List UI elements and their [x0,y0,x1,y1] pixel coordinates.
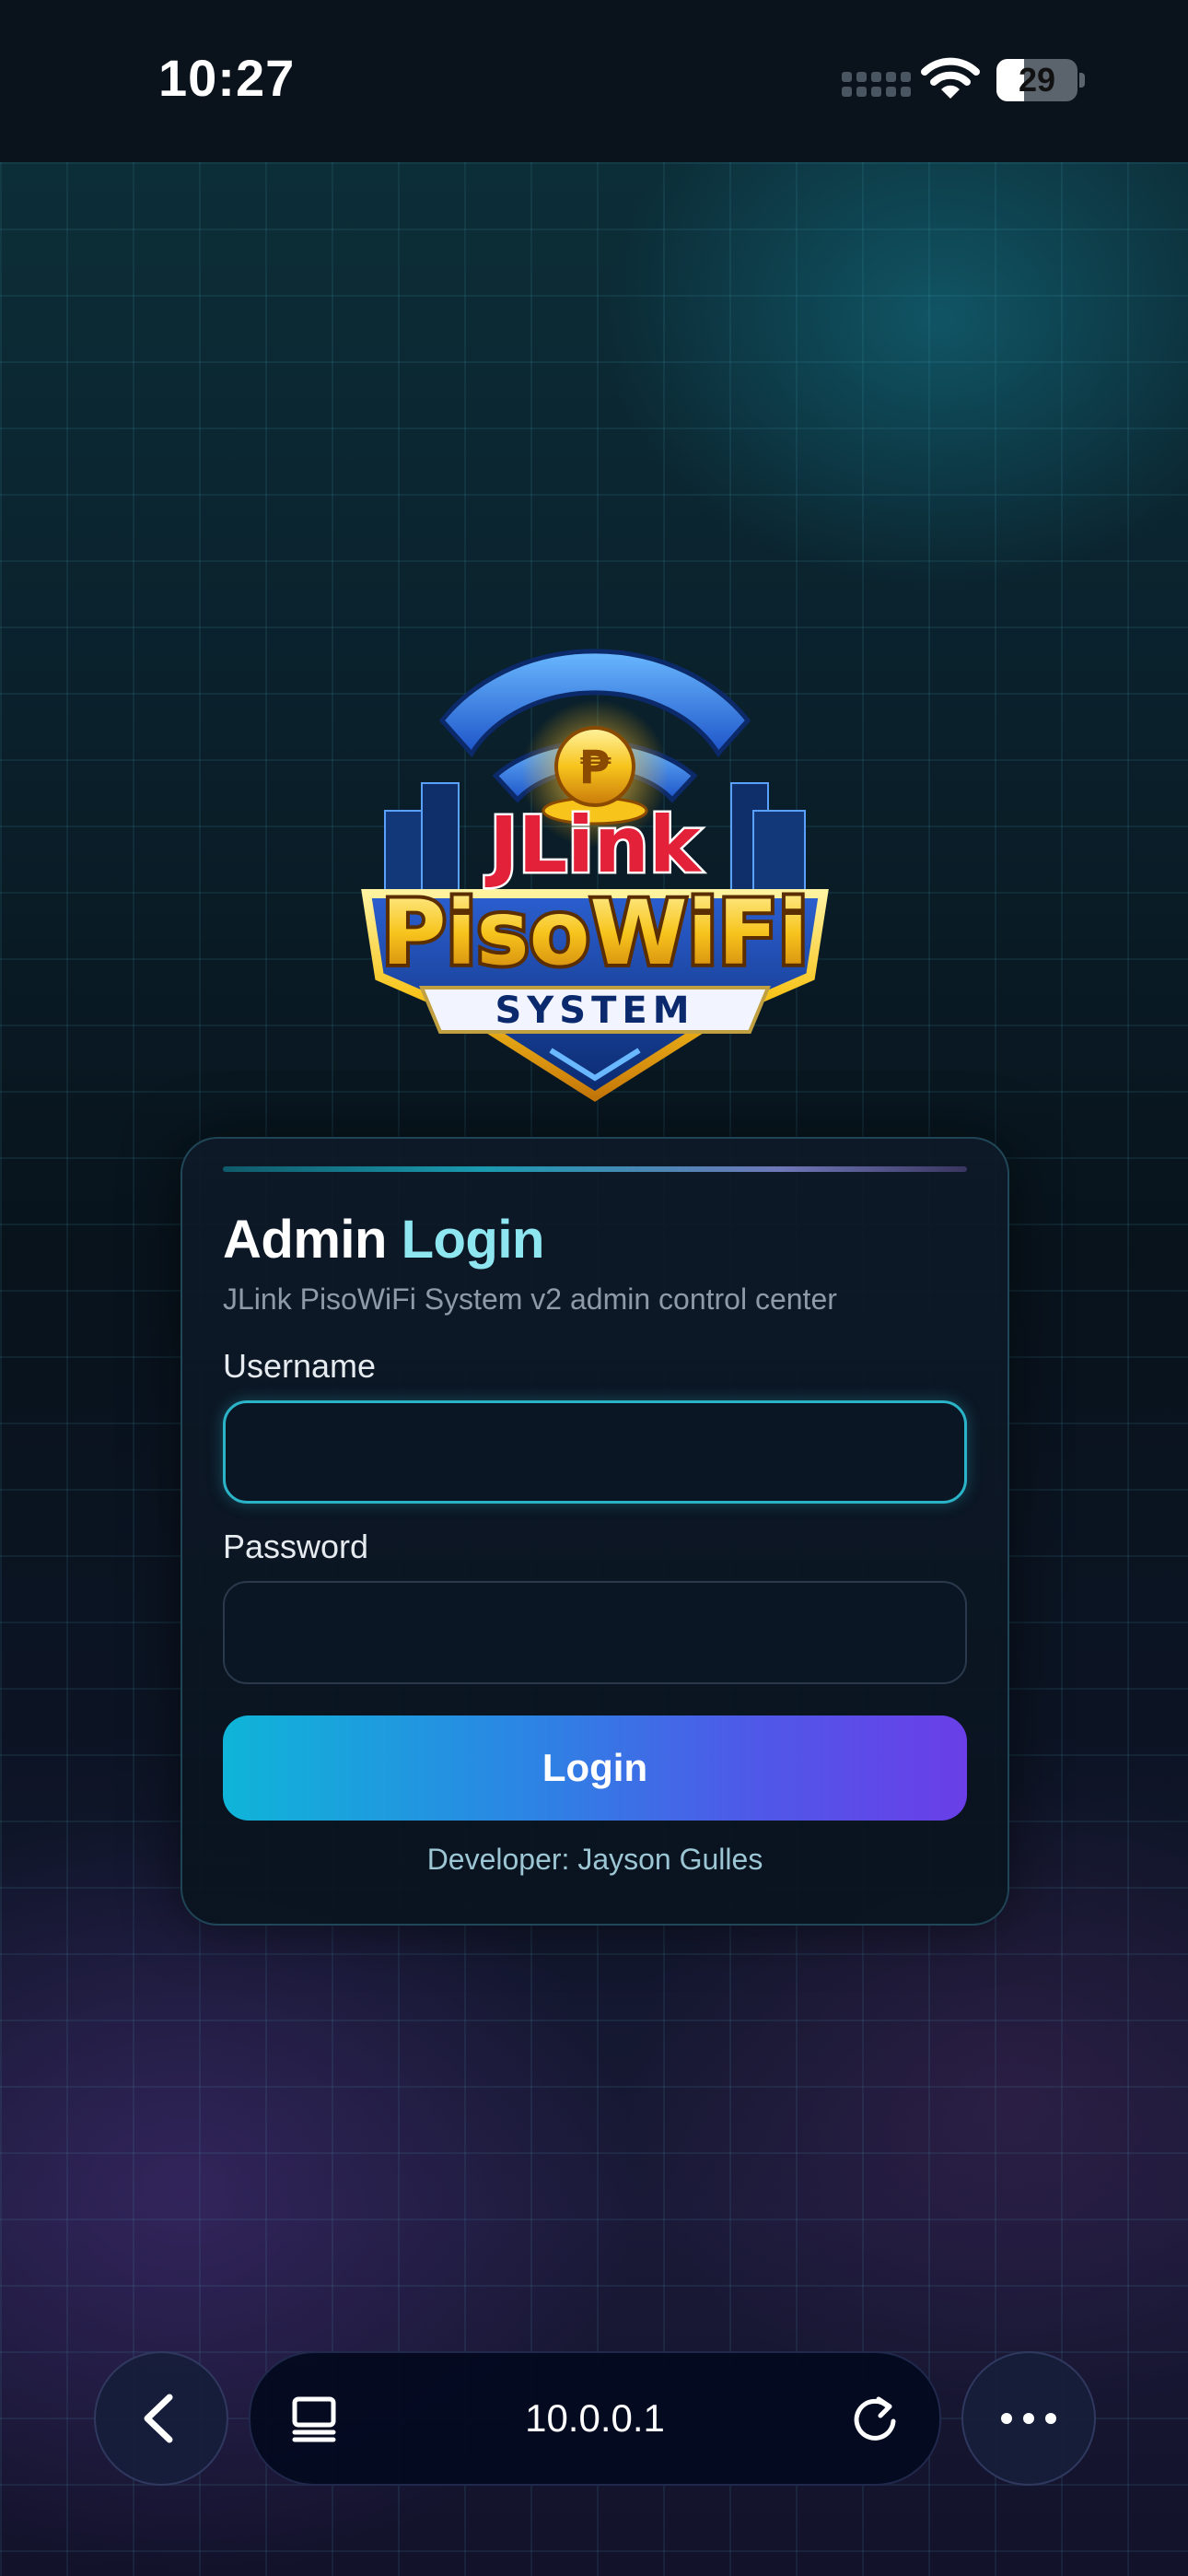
browser-toolbar: 10.0.0.1 [0,2331,1188,2515]
password-input[interactable] [225,1583,965,1682]
login-button[interactable]: Login [223,1715,967,1821]
title-main: Admin [223,1210,387,1270]
clock: 10:27 [158,49,296,107]
title-accent: Login [401,1210,545,1270]
url-text[interactable]: 10.0.0.1 [250,2353,939,2484]
username-field[interactable] [223,1400,967,1504]
back-button[interactable] [94,2351,228,2486]
battery-icon: 29 [996,59,1077,101]
peso-symbol: ₱ [579,741,611,794]
password-field[interactable] [223,1581,967,1684]
logo-line-1: JLink [484,800,702,890]
more-button[interactable] [961,2351,1096,2486]
subtitle: JLink PisoWiFi System v2 admin control c… [223,1282,837,1316]
address-bar[interactable]: 10.0.0.1 [249,2351,941,2486]
jlink-pisowifi-logo: ₱ JLink PisoWiFi SYSTEM [357,645,833,1120]
password-label: Password [223,1528,369,1565]
developer-credit: Developer: Jayson Gulles [426,1843,763,1876]
reload-icon[interactable] [849,2394,901,2445]
accent-line [223,1166,967,1172]
back-icon [144,2394,173,2443]
wifi-icon [921,55,980,101]
page-title: Admin Login [223,1209,544,1270]
login-card: Admin Login JLink PisoWiFi System v2 adm… [181,1137,1009,1926]
more-icon [1001,2413,1056,2424]
status-bar: 10:27 29 [0,0,1188,162]
username-input[interactable] [226,1403,964,1501]
battery-level: 29 [1018,61,1056,99]
logo-line-2: PisoWiFi [381,882,809,985]
username-label: Username [223,1347,377,1385]
logo-line-3: SYSTEM [495,989,695,1032]
battery-tip [1079,73,1085,88]
